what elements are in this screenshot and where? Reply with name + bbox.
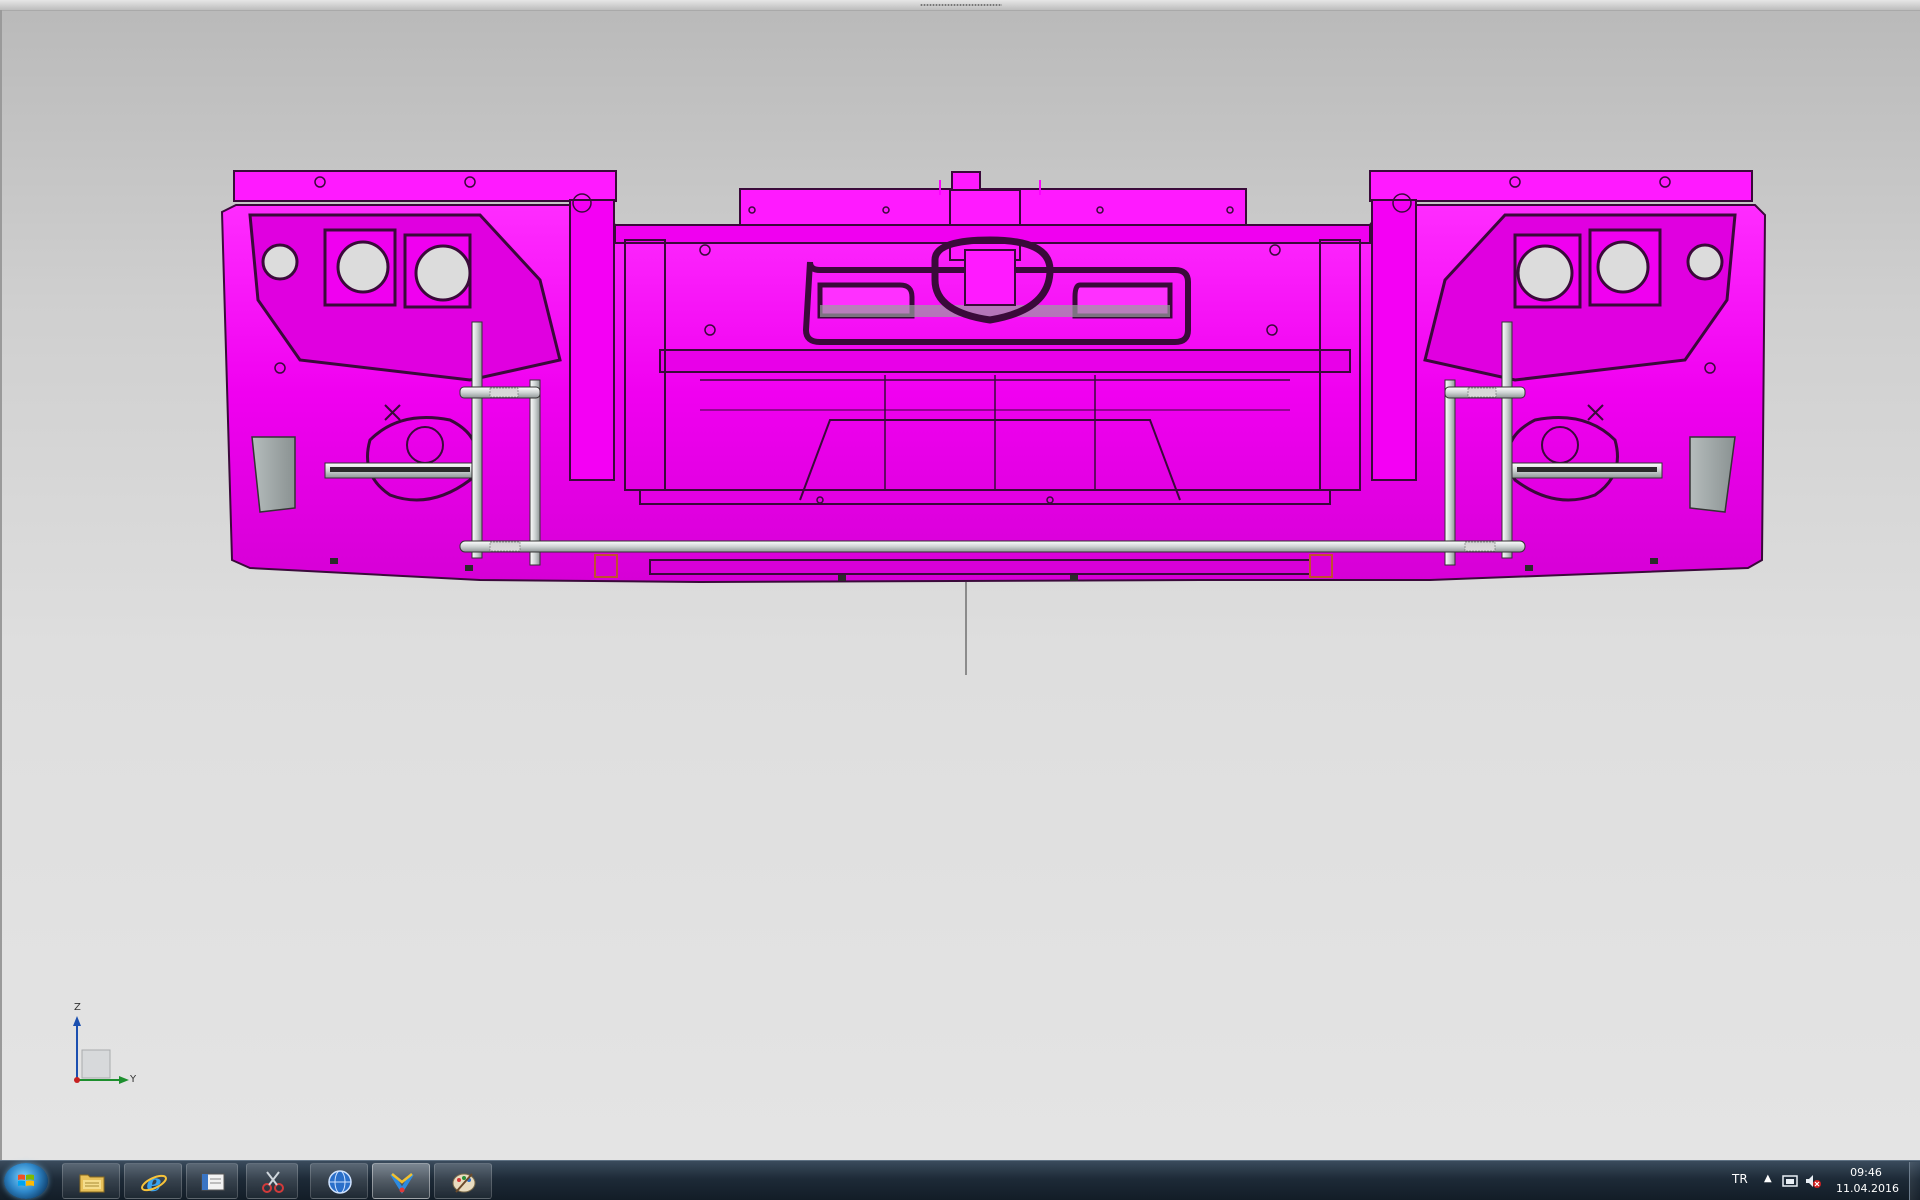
ie-icon: e xyxy=(141,1168,167,1196)
language-indicator[interactable]: TR xyxy=(1732,1172,1748,1186)
cad-viewport[interactable]: Z Y xyxy=(0,0,1920,1160)
start-button[interactable] xyxy=(4,1163,48,1199)
left-grey-corner-panel xyxy=(251,436,296,513)
right-lamp-2 xyxy=(1596,240,1650,294)
windows-taskbar: e TR ▲ 09:46 11.04.2016 xyxy=(0,1160,1920,1200)
y-axis-label: Y xyxy=(130,1074,137,1085)
left-lamp-1 xyxy=(336,240,390,294)
windows-orb-icon xyxy=(18,1174,34,1186)
right-upper-bracket xyxy=(1369,170,1753,202)
taskbar-paint[interactable] xyxy=(434,1163,492,1199)
mid-cross-beam xyxy=(659,349,1351,373)
right-lower-clamp xyxy=(1309,554,1333,578)
bumper-assembly-model[interactable] xyxy=(0,0,1920,1160)
tow-hitch-plate xyxy=(964,249,1016,306)
action-center-flag-icon[interactable] xyxy=(1782,1174,1798,1188)
triad-graphic xyxy=(73,1016,129,1084)
left-vertical-strut-1 xyxy=(471,321,483,559)
left-upper-bracket xyxy=(233,170,617,202)
taskbar-file-explorer[interactable] xyxy=(62,1163,120,1199)
system-tray: TR ▲ 09:46 11.04.2016 xyxy=(1720,1161,1920,1200)
svg-text:e: e xyxy=(146,1168,161,1196)
coordinate-triad[interactable]: Z Y xyxy=(62,1002,152,1085)
right-vertical-strut-2 xyxy=(1444,379,1456,566)
scissors-icon xyxy=(262,1171,284,1193)
left-lamp-2 xyxy=(414,244,472,302)
taskbar-internet-explorer[interactable]: e xyxy=(124,1163,182,1199)
desktop-screen: Z Y e TR ▲ 09:46 11.04.2016 xyxy=(0,0,1920,1200)
left-vertical-strut-2 xyxy=(529,379,541,566)
globe-icon xyxy=(328,1170,352,1194)
right-inner-post xyxy=(1371,199,1417,481)
right-vertical-strut-1 xyxy=(1501,321,1513,559)
taskbar-cad-application[interactable] xyxy=(372,1163,430,1199)
left-side-lamp xyxy=(261,243,299,281)
left-lower-clamp xyxy=(594,554,618,578)
paint-icon xyxy=(452,1173,476,1193)
taskbar-app-window[interactable] xyxy=(186,1163,238,1199)
clock-date[interactable]: 11.04.2016 xyxy=(1836,1182,1899,1195)
show-desktop-button[interactable] xyxy=(1909,1162,1920,1200)
lower-tie-rod xyxy=(459,540,1526,553)
right-lamp-1 xyxy=(1516,244,1574,302)
show-hidden-icons-chevron-icon[interactable]: ▲ xyxy=(1764,1173,1772,1184)
window-icon xyxy=(201,1173,225,1191)
right-side-lamp xyxy=(1686,243,1724,281)
left-inner-post xyxy=(569,199,615,481)
folder-icon xyxy=(79,1174,105,1193)
grille-grey-strip xyxy=(820,305,1170,317)
bottom-skirt xyxy=(649,559,1331,575)
lower-cross-beam xyxy=(639,489,1331,505)
z-axis-label: Z xyxy=(74,1002,81,1013)
taskbar-snipping-tool[interactable] xyxy=(246,1163,298,1199)
clock-time[interactable]: 09:46 xyxy=(1838,1166,1894,1179)
cad-app-icon xyxy=(390,1172,414,1194)
taskbar-web-browser[interactable] xyxy=(310,1163,368,1199)
volume-muted-icon[interactable] xyxy=(1804,1173,1822,1189)
